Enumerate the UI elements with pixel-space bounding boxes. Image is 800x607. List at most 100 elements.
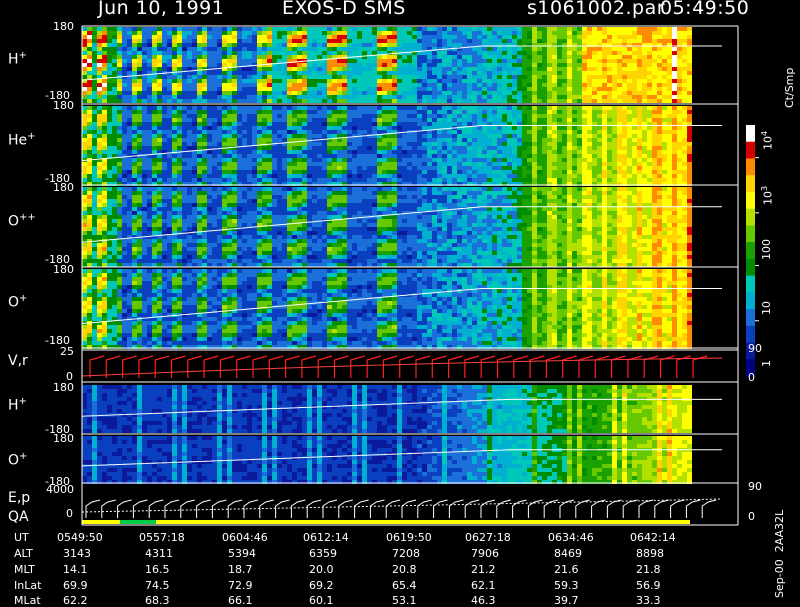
spectrogram-cell xyxy=(307,166,312,170)
spectrogram-cell xyxy=(497,75,502,79)
spectrogram-cell xyxy=(132,247,137,251)
spectrogram-cell xyxy=(407,59,412,63)
spectrogram-cell xyxy=(207,31,212,35)
spectrogram-cell xyxy=(112,223,117,227)
spectrogram-cell xyxy=(562,114,567,118)
spectrogram-cell xyxy=(497,162,502,166)
spectrogram-cell xyxy=(352,99,357,103)
spectrogram-cell xyxy=(427,67,432,71)
spectrogram-cell xyxy=(272,174,277,178)
spectrogram-cell xyxy=(377,174,382,178)
spectrogram-cell xyxy=(552,106,557,110)
spectrogram-cell xyxy=(162,134,167,138)
spectrogram-cell xyxy=(232,47,237,51)
spectrogram-cell xyxy=(442,158,447,162)
spectrogram-cell xyxy=(177,126,182,130)
spectrogram-cell xyxy=(327,106,332,110)
spectrogram-cell xyxy=(107,106,112,110)
spectrogram-cell xyxy=(672,150,677,154)
spectrogram-cell xyxy=(287,146,292,150)
spectrogram-cell xyxy=(397,59,402,63)
spectrogram-cell xyxy=(147,35,152,39)
spectrogram-cell xyxy=(167,27,172,31)
spectrogram-cell xyxy=(537,99,542,103)
spectrogram-cell xyxy=(92,106,97,110)
spectrogram-cell xyxy=(357,122,362,126)
spectrogram-cell xyxy=(187,91,192,95)
spectrogram-cell xyxy=(567,27,572,31)
spectrogram-cell xyxy=(667,126,672,130)
spectrogram-cell xyxy=(177,87,182,91)
spectrogram-cell xyxy=(422,110,427,114)
spectrogram-cell xyxy=(282,154,287,158)
spectrogram-cell xyxy=(502,170,507,174)
spectrogram-cell xyxy=(432,87,437,91)
spectrogram-cell xyxy=(627,79,632,83)
spectrogram-cell xyxy=(367,138,372,142)
spectrogram-cell xyxy=(97,235,102,239)
spectrogram-cell xyxy=(312,47,317,51)
spectrogram-cell xyxy=(212,91,217,95)
spectrogram-cell xyxy=(382,79,387,83)
spectrogram-cell xyxy=(162,67,167,71)
spectrogram-cell xyxy=(447,110,452,114)
spectrogram-cell xyxy=(262,79,267,83)
spectrogram-cell xyxy=(142,162,147,166)
spectrogram-cell xyxy=(487,47,492,51)
spectrogram-cell xyxy=(372,79,377,83)
spectrogram-cell xyxy=(382,91,387,95)
spectrogram-cell xyxy=(167,91,172,95)
spectrogram-cell xyxy=(487,51,492,55)
spectrogram-cell xyxy=(417,99,422,103)
spectrogram-cell xyxy=(462,79,467,83)
spectrogram-cell xyxy=(217,150,222,154)
spectrogram-cell xyxy=(347,158,352,162)
spectrogram-cell xyxy=(507,170,512,174)
spectrogram-cell xyxy=(122,215,127,219)
spectrogram-cell xyxy=(657,158,662,162)
spectrogram-cell xyxy=(302,122,307,126)
spectrogram-cell xyxy=(122,223,127,227)
spectrogram-cell xyxy=(632,106,637,110)
spectrogram-cell xyxy=(122,126,127,130)
spectrogram-cell xyxy=(272,39,277,43)
spectrogram-cell xyxy=(607,138,612,142)
spectrogram-cell xyxy=(182,35,187,39)
spectrogram-cell xyxy=(457,55,462,59)
spectrogram-cell xyxy=(642,142,647,146)
spectrogram-cell xyxy=(342,79,347,83)
spectrogram-cell xyxy=(402,79,407,83)
spectrogram-cell xyxy=(532,87,537,91)
spectrogram-cell xyxy=(687,162,692,166)
spectrogram-cell xyxy=(272,146,277,150)
spectrogram-cell xyxy=(182,166,187,170)
spectrogram-cell xyxy=(687,99,692,103)
spectrogram-cell xyxy=(152,59,157,63)
spectrogram-cell xyxy=(152,43,157,47)
spectrogram-cell xyxy=(457,150,462,154)
spectrogram-cell xyxy=(617,87,622,91)
spectrogram-cell xyxy=(277,39,282,43)
spectrogram-cell xyxy=(107,91,112,95)
spectrogram-cell xyxy=(592,91,597,95)
spectrogram-cell xyxy=(192,114,197,118)
spectrogram-cell xyxy=(677,31,682,35)
spectrogram-cell xyxy=(632,79,637,83)
spectrogram-cell xyxy=(162,178,167,182)
spectrogram-cell xyxy=(617,114,622,118)
spectrogram-cell xyxy=(532,154,537,158)
spectrogram-cell xyxy=(392,79,397,83)
spectrogram-cell xyxy=(287,55,292,59)
spectrogram-cell xyxy=(662,170,667,174)
spectrogram-cell xyxy=(137,223,142,227)
spectrogram-cell xyxy=(157,27,162,31)
spectrogram-cell xyxy=(347,150,352,154)
spectrogram-cell xyxy=(277,106,282,110)
spectrogram-cell xyxy=(432,110,437,114)
spectrogram-cell xyxy=(467,83,472,87)
spectrogram-cell xyxy=(172,118,177,122)
spectrogram-cell xyxy=(482,130,487,134)
spectrogram-cell xyxy=(627,87,632,91)
spectrogram-cell xyxy=(307,79,312,83)
spectrogram-cell xyxy=(292,99,297,103)
